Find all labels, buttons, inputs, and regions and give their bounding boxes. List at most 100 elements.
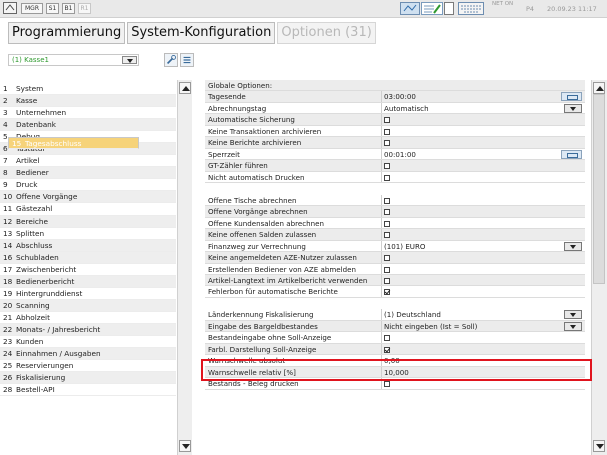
option-checkbox-cell[interactable] xyxy=(384,229,585,240)
checkbox[interactable] xyxy=(384,174,390,181)
option-checkbox-cell[interactable] xyxy=(384,172,585,183)
checkbox[interactable] xyxy=(384,381,390,388)
sidebar-item[interactable]: 28 Bestell-API xyxy=(0,384,176,397)
option-row[interactable]: Länderkennung Fiskalisierung (1) Deutschl… xyxy=(205,309,585,321)
option-select[interactable]: (101) EURO xyxy=(384,241,585,252)
option-checkbox-cell[interactable] xyxy=(384,332,585,343)
list-view-icon[interactable] xyxy=(180,53,194,67)
checkbox[interactable] xyxy=(384,117,390,124)
sidebar-item[interactable]: 9 Druck xyxy=(0,179,176,192)
chevron-down-icon[interactable] xyxy=(122,56,137,64)
sidebar-item[interactable]: 23 Kunden xyxy=(0,336,176,349)
option-row[interactable]: Keine Transaktionen archivieren xyxy=(205,125,585,138)
option-value-field[interactable]: 10,000 xyxy=(384,367,585,378)
option-select[interactable]: Automatisch xyxy=(384,103,585,114)
checkbox[interactable] xyxy=(384,209,390,216)
checkbox[interactable] xyxy=(384,335,390,342)
time-picker-icon[interactable] xyxy=(561,92,582,102)
option-row[interactable]: Warnschwelle relativ [%] 10,000 xyxy=(205,366,585,379)
option-row[interactable]: Farbl. Darstellung Soll-Anzeige xyxy=(205,343,585,356)
category-scrollbar[interactable] xyxy=(177,80,192,455)
option-row[interactable]: Keine Berichte archivieren xyxy=(205,137,585,149)
checkbox[interactable] xyxy=(384,163,390,170)
option-row[interactable]: Abrechnungstag Automatisch xyxy=(205,102,585,115)
option-checkbox-cell[interactable] xyxy=(384,264,585,275)
sidebar-item[interactable]: 11 Gästezahl xyxy=(0,203,176,216)
sidebar-item[interactable]: 1 System xyxy=(0,83,176,96)
option-checkbox-cell[interactable] xyxy=(384,126,585,137)
checkbox-checked[interactable] xyxy=(384,289,390,296)
sidebar-item[interactable]: 21 Abholzeit xyxy=(0,312,176,324)
checkbox[interactable] xyxy=(384,232,390,239)
option-checkbox-cell[interactable] xyxy=(384,114,585,125)
option-row[interactable]: Nicht automatisch Drucken xyxy=(205,171,585,184)
option-checkbox-cell[interactable] xyxy=(384,206,585,217)
option-select[interactable]: (1) Deutschland xyxy=(384,309,585,320)
sidebar-item[interactable]: 8 Bediener xyxy=(0,167,176,180)
checkbox[interactable] xyxy=(384,128,390,135)
checkbox[interactable] xyxy=(384,266,390,273)
checkbox[interactable] xyxy=(384,220,390,227)
tab-programmierung[interactable]: Programmierung xyxy=(8,22,126,44)
app-menu-icon[interactable] xyxy=(3,2,17,14)
scroll-up-icon[interactable] xyxy=(179,82,191,94)
option-checkbox-cell[interactable] xyxy=(384,286,585,297)
sidebar-item[interactable]: 25 Reservierungen xyxy=(0,360,176,373)
time-picker-icon[interactable] xyxy=(561,149,582,159)
b1-button[interactable]: B1 xyxy=(62,3,75,14)
sidebar-item[interactable]: 20 Scanning xyxy=(0,299,176,312)
option-row[interactable]: Keine angemeldeten AZE-Nutzer zulassen xyxy=(205,252,585,264)
edit-data-icon[interactable] xyxy=(421,2,443,15)
option-row[interactable]: Artikel-Langtext im Artikelbericht verwe… xyxy=(205,274,585,287)
option-row[interactable]: Automatische Sicherung xyxy=(205,114,585,126)
sidebar-item[interactable]: 13 Splitten xyxy=(0,228,176,240)
option-row[interactable]: Keine offenen Salden zulassen xyxy=(205,229,585,241)
option-row[interactable]: GT-Zähler führen xyxy=(205,160,585,172)
option-row[interactable]: Erstellenden Bediener von AZE abmelden xyxy=(205,263,585,275)
option-checkbox-cell[interactable] xyxy=(384,195,585,206)
sidebar-item[interactable]: 12 Bereiche xyxy=(0,215,176,228)
chevron-down-icon[interactable] xyxy=(564,310,582,320)
option-row[interactable]: Bestandeingabe ohne Soll-Anzeige xyxy=(205,332,585,344)
option-row[interactable]: Offene Vorgänge abrechnen xyxy=(205,206,585,218)
option-value-field[interactable]: 0,00 xyxy=(384,355,585,366)
chevron-down-icon[interactable] xyxy=(564,103,582,113)
option-row[interactable]: Sperrzeit 00:01:00 xyxy=(205,148,585,161)
sidebar-item[interactable]: 14 Abschluss xyxy=(0,239,176,252)
option-row[interactable]: Bestands - Beleg drucken xyxy=(205,378,585,390)
sidebar-item[interactable]: 24 Einnahmen / Ausgaben xyxy=(0,348,176,361)
option-row[interactable]: Fehlerbon für automatische Berichte xyxy=(205,286,585,298)
wrench-icon[interactable] xyxy=(164,53,178,67)
option-select[interactable]: Nicht eingeben (Ist = Soll) xyxy=(384,321,585,332)
option-checkbox-cell[interactable] xyxy=(384,137,585,148)
option-checkbox-cell[interactable] xyxy=(384,218,585,229)
scrollbar-thumb[interactable] xyxy=(593,94,605,284)
keyboard-icon[interactable] xyxy=(458,2,484,15)
option-row[interactable]: Offene Tische abrechnen xyxy=(205,194,585,207)
sidebar-item[interactable]: 3 Unternehmen xyxy=(0,107,176,120)
checkbox[interactable] xyxy=(384,197,390,204)
sidebar-item[interactable]: 4 Datenbank xyxy=(0,119,176,132)
option-row[interactable]: Tagesende 03:00:00 xyxy=(205,91,585,103)
checkbox[interactable] xyxy=(384,277,390,284)
option-row[interactable]: Offene Kundensalden abrechnen xyxy=(205,217,585,230)
option-checkbox-cell[interactable] xyxy=(384,252,585,263)
sidebar-item[interactable]: 18 Bedienerbericht xyxy=(0,275,176,288)
checkbox[interactable] xyxy=(384,140,390,147)
scroll-down-icon[interactable] xyxy=(593,440,605,452)
sidebar-item[interactable]: 2 Kasse xyxy=(0,95,176,108)
option-checkbox-cell[interactable] xyxy=(384,378,585,389)
chevron-down-icon[interactable] xyxy=(564,241,582,251)
checkbox-checked[interactable] xyxy=(384,346,390,353)
chevron-down-icon[interactable] xyxy=(564,321,582,331)
options-scrollbar[interactable] xyxy=(591,80,607,455)
option-time-field[interactable]: 00:01:00 xyxy=(384,149,585,160)
r1-button[interactable]: R1 xyxy=(78,3,91,14)
sidebar-item[interactable]: 17 Zwischenbericht xyxy=(0,264,176,276)
sidebar-item[interactable]: 19 Hintergrunddienst xyxy=(0,288,176,300)
option-checkbox-cell[interactable] xyxy=(384,160,585,171)
sidebar-item[interactable]: 10 Offene Vorgänge xyxy=(0,191,176,204)
option-checkbox-cell[interactable] xyxy=(384,275,585,286)
option-row[interactable]: Finanzweg zur Verrechnung (101) EURO xyxy=(205,240,585,253)
register-select[interactable]: (1) Kasse1 xyxy=(8,54,139,66)
